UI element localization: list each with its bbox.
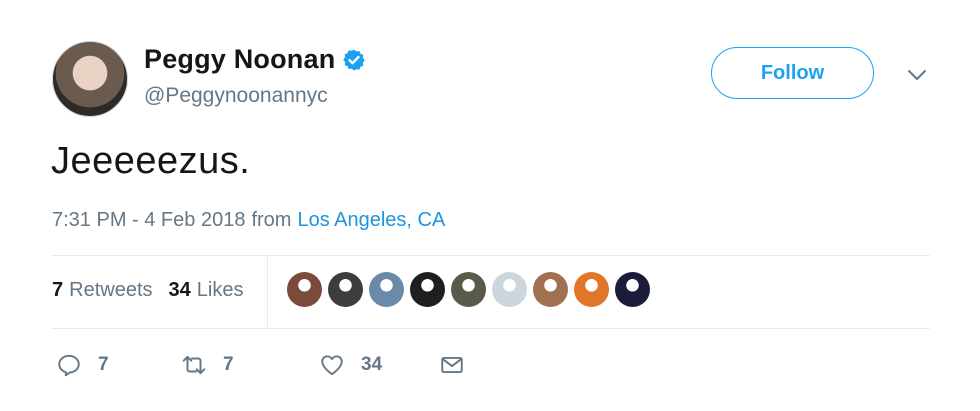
likes-count: 34	[168, 279, 191, 301]
retweets-count: 7	[52, 279, 64, 301]
envelope-icon	[441, 356, 463, 374]
tweet-location-link[interactable]: Los Angeles, CA	[297, 209, 445, 232]
author-name-row: Peggy Noonan	[144, 44, 366, 75]
author-name[interactable]: Peggy Noonan	[144, 44, 335, 75]
author-handle[interactable]: @Peggynoonannyc	[144, 84, 328, 108]
retweet-icon	[182, 355, 206, 375]
liker-avatar[interactable]	[369, 272, 404, 307]
chevron-down-icon[interactable]	[905, 63, 929, 87]
reply-button[interactable]: 7	[56, 352, 181, 378]
liker-avatar[interactable]	[328, 272, 363, 307]
liker-avatar[interactable]	[615, 272, 650, 307]
tweet-stats: 7 Retweets 34 Likes	[52, 279, 243, 302]
tweet-timestamp[interactable]: 7:31 PM - 4 Feb 2018	[52, 209, 245, 232]
liker-avatar[interactable]	[287, 272, 322, 307]
retweets-stat[interactable]: 7 Retweets	[52, 279, 153, 302]
liker-avatar[interactable]	[492, 272, 527, 307]
liker-avatar[interactable]	[451, 272, 486, 307]
follow-button[interactable]: Follow	[711, 47, 874, 99]
like-count: 34	[361, 354, 383, 375]
author-avatar[interactable]	[52, 41, 128, 117]
reply-icon	[58, 354, 80, 377]
like-button[interactable]: 34	[319, 352, 439, 378]
liker-avatar[interactable]	[533, 272, 568, 307]
heart-icon	[321, 355, 343, 376]
retweet-count: 7	[223, 354, 234, 375]
liker-avatar[interactable]	[574, 272, 609, 307]
retweets-label: Retweets	[69, 279, 153, 301]
divider-bottom	[52, 328, 930, 329]
tweet-text: Jeeeeezus.	[51, 140, 251, 182]
tweet-actions: 7 7 34	[56, 352, 465, 378]
stats-separator	[267, 256, 268, 328]
tweet-from-label: from	[251, 209, 292, 231]
likes-stat[interactable]: 34 Likes	[169, 279, 244, 302]
tweet-meta: 7:31 PM - 4 Feb 2018 from Los Angeles, C…	[52, 209, 445, 232]
reply-count: 7	[98, 354, 109, 375]
divider-top	[52, 255, 930, 256]
likes-label: Likes	[196, 279, 244, 301]
liker-avatar[interactable]	[410, 272, 445, 307]
direct-message-button[interactable]	[439, 352, 465, 378]
liker-avatars	[287, 272, 650, 307]
verified-badge-icon	[343, 49, 366, 70]
retweet-button[interactable]: 7	[181, 352, 319, 378]
